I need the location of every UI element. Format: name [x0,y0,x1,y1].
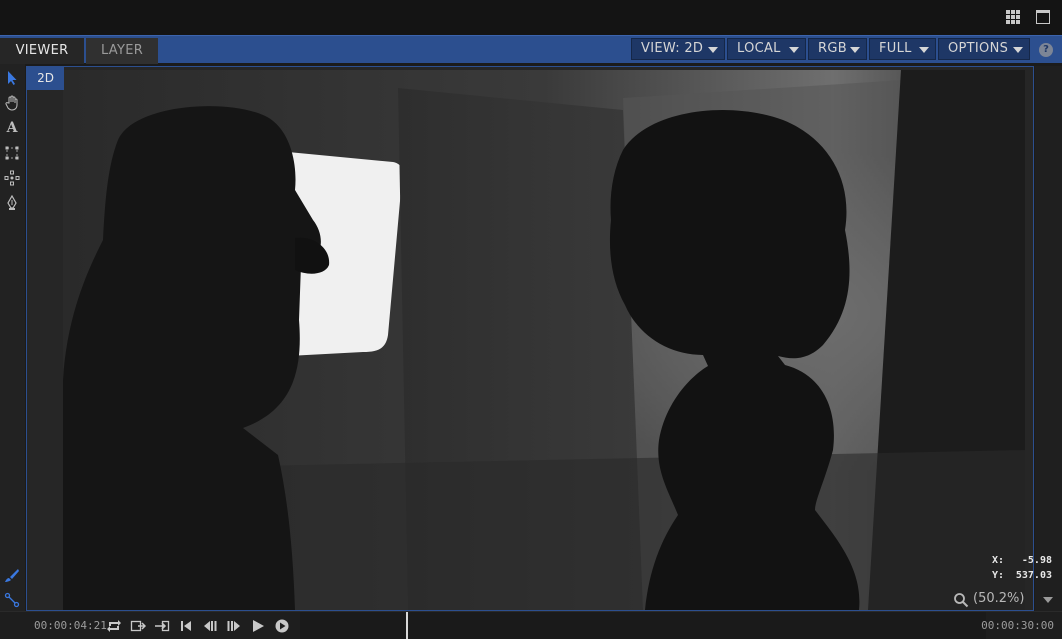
viewer-corner-fill [1025,67,1033,610]
node-link-icon[interactable] [3,591,21,609]
play-icon[interactable] [250,618,266,634]
loop-icon[interactable] [106,618,122,634]
maximize-icon[interactable] [1036,10,1050,24]
chevron-down-icon [789,47,799,53]
tab-layer[interactable]: LAYER [86,38,158,64]
go-to-start-icon[interactable] [178,618,194,634]
paint-brush-icon[interactable] [3,566,21,584]
set-in-point-icon[interactable] [130,618,146,634]
tab-viewer[interactable]: VIEWER [0,38,84,64]
select-arrow-icon[interactable] [3,69,21,87]
resolution-dropdown[interactable]: FULL [869,38,936,60]
viewer-canvas-image[interactable] [63,70,1026,610]
play-ram-preview-icon[interactable] [274,618,290,634]
options-label: OPTIONS [948,41,1009,56]
x-value: -5.98 [1021,555,1052,566]
space-label: LOCAL [737,41,781,56]
cursor-coordinates: X: -5.98 Y: 537.03 [992,555,1052,585]
y-value: 537.03 [1015,570,1052,581]
magnifier-icon [954,593,969,608]
scene-render [63,70,1026,610]
anchor-move-icon[interactable] [3,169,21,187]
channel-label: RGB [818,41,847,56]
viewer-panel[interactable]: 2D [26,66,1034,611]
tools-toolbar: A [0,64,25,611]
chevron-down-icon [919,47,929,53]
zoom-value: (50.2%) [973,591,1025,606]
end-timecode: 00:00:30:00 [981,619,1054,632]
chevron-down-icon [1013,47,1023,53]
workspace-grid-icon[interactable] [1006,10,1020,24]
step-forward-icon[interactable] [226,618,242,634]
transform-box-icon[interactable] [3,144,21,162]
view-mode-badge[interactable]: 2D [27,67,64,90]
timeline-bar: 00:00:04:21 00:00:30:00 [0,611,1062,639]
y-label: Y: [992,570,1005,581]
x-label: X: [992,555,1005,566]
playhead[interactable] [406,612,408,639]
channel-dropdown[interactable]: RGB [808,38,867,60]
space-dropdown[interactable]: LOCAL [727,38,806,60]
set-out-point-icon[interactable] [154,618,170,634]
view-mode-label: VIEW: 2D [641,41,704,56]
chevron-down-icon [708,47,718,53]
title-bar [0,0,1062,35]
pen-tool-icon[interactable] [3,194,21,212]
zoom-control[interactable]: (50.2%) [953,591,1058,609]
view-mode-dropdown[interactable]: VIEW: 2D [631,38,725,60]
viewer-tab-bar: VIEWER LAYER VIEW: 2D LOCAL RGB FULL OPT… [0,35,1062,64]
options-dropdown[interactable]: OPTIONS [938,38,1030,60]
chevron-down-icon[interactable] [1043,597,1053,603]
step-back-icon[interactable] [202,618,218,634]
right-side-strip [1035,66,1062,611]
chevron-down-icon [850,47,860,53]
hand-pan-icon[interactable] [3,94,21,112]
current-timecode[interactable]: 00:00:04:21 [34,619,107,632]
resolution-label: FULL [879,41,912,56]
text-tool-icon[interactable]: A [3,119,21,137]
timeline-track[interactable] [300,612,986,639]
help-icon[interactable]: ? [1039,43,1053,57]
